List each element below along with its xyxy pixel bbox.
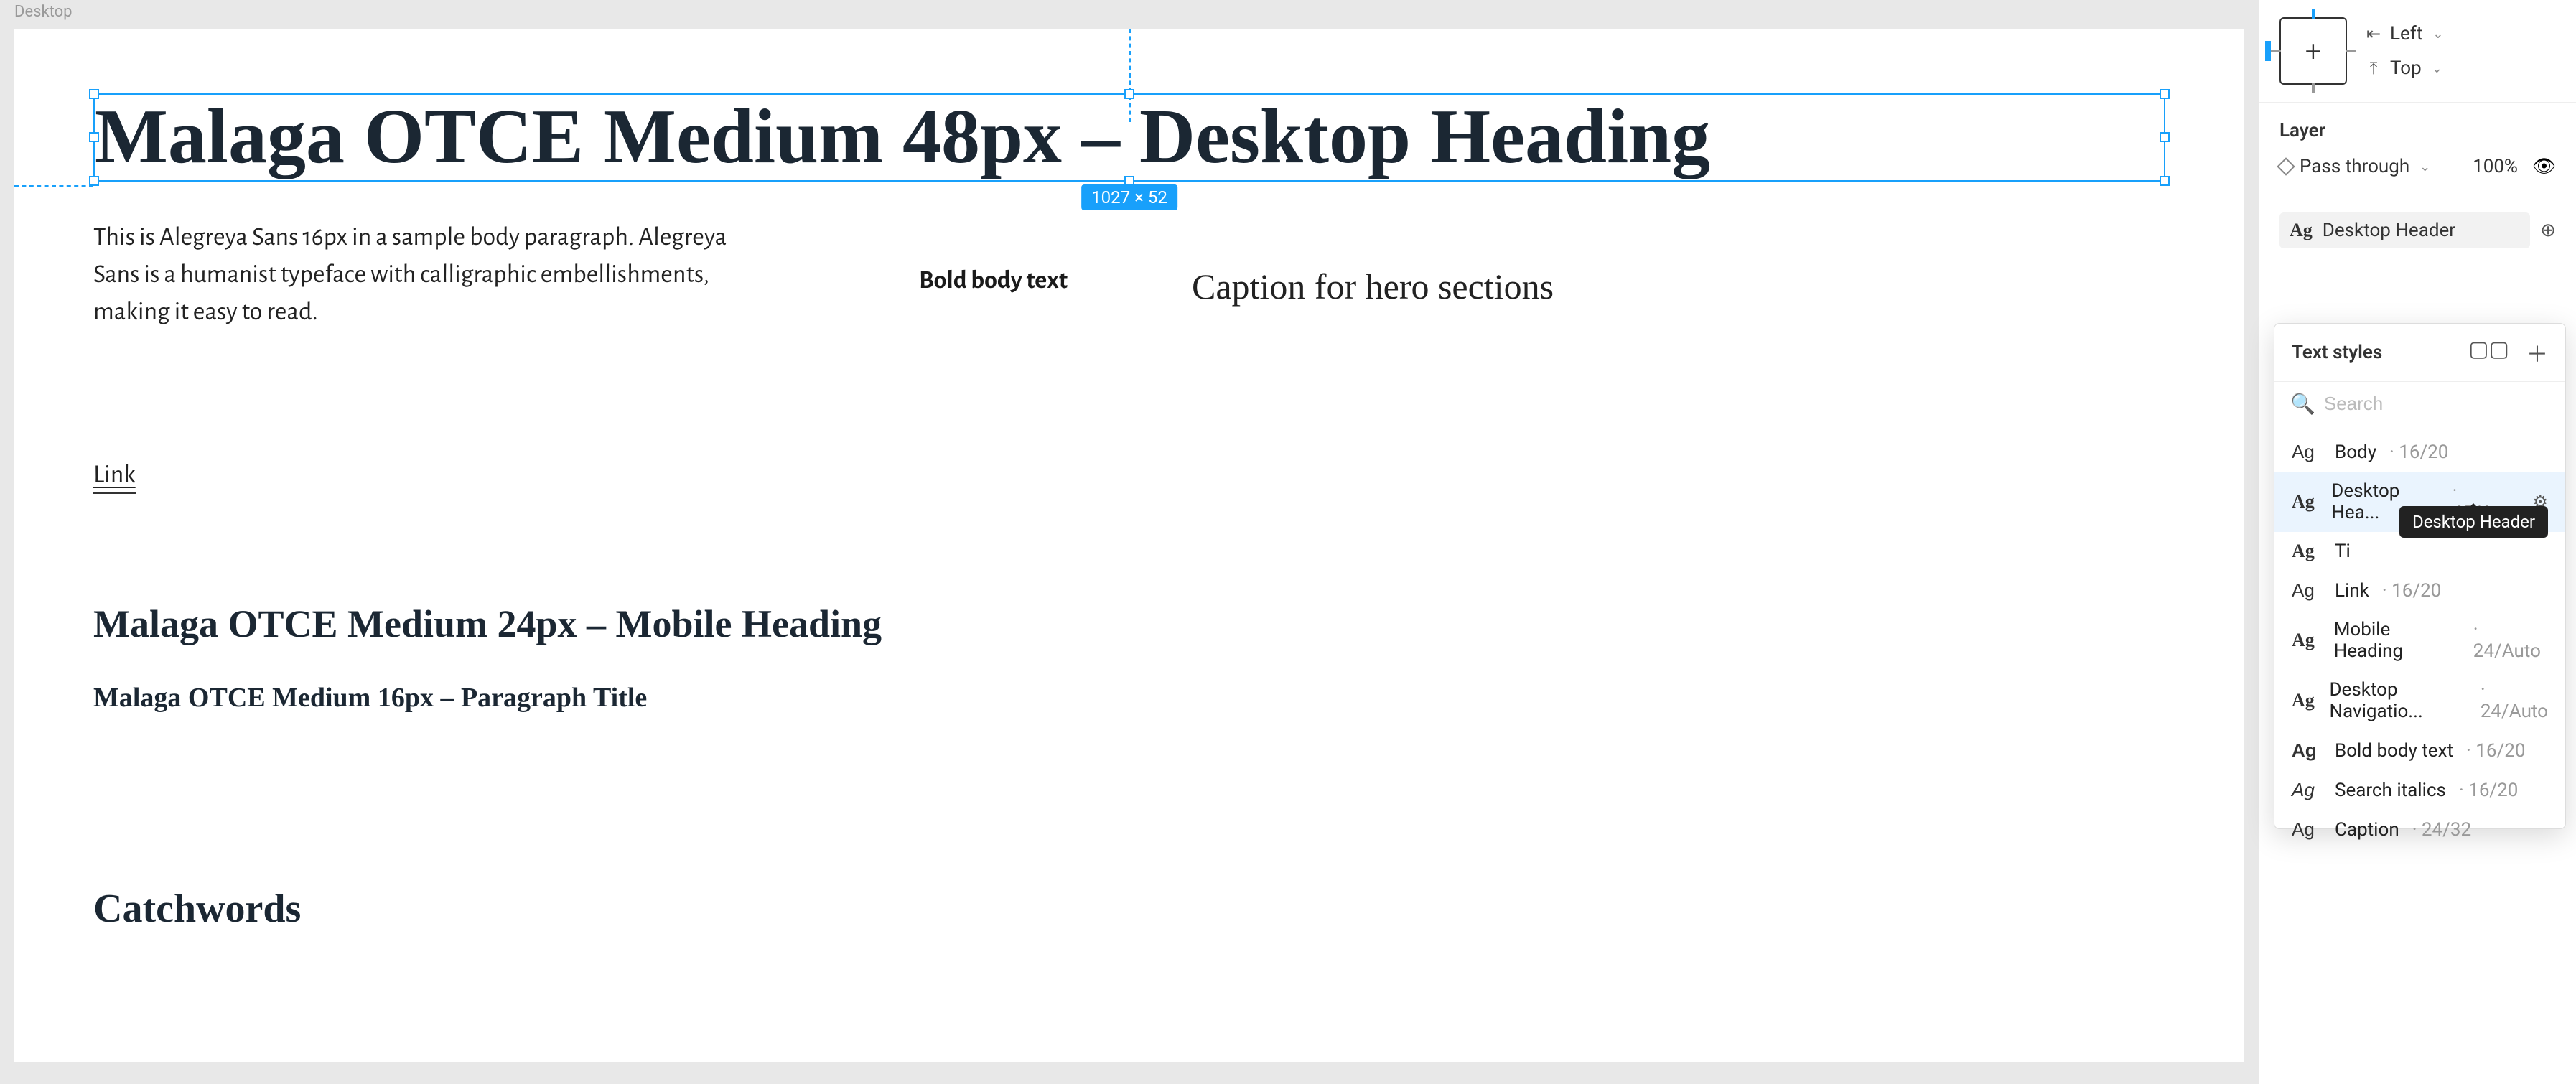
- align-left-icon: ⇤: [2364, 24, 2383, 44]
- text-styles-popover: Text styles ▢▢ ＋ 🔍 AgBody · 16/20AgDeskt…: [2274, 323, 2566, 829]
- text-style-item[interactable]: Ag Bold body text · 16/20: [2274, 731, 2565, 770]
- text-style-item[interactable]: Ag Body · 16/20: [2274, 432, 2565, 472]
- link-text[interactable]: Link: [93, 460, 136, 494]
- chevron-down-icon: ⌄: [2419, 159, 2430, 174]
- text-style-ag-icon: Ag: [2292, 441, 2323, 463]
- selection-handle[interactable]: [89, 176, 99, 186]
- text-style-section: Ag Desktop Header ⊕: [2259, 195, 2576, 266]
- chevron-down-icon: ⌄: [2432, 27, 2443, 42]
- text-style-item[interactable]: Ag Caption · 24/32: [2274, 810, 2565, 849]
- vertical-align-value: Top: [2390, 57, 2422, 79]
- align-tick-top: [2312, 9, 2315, 19]
- alignment-widget[interactable]: +: [2279, 17, 2347, 85]
- horizontal-align-dropdown[interactable]: ⇤ Left ⌄: [2364, 23, 2443, 45]
- selection-handle[interactable]: [2160, 89, 2170, 99]
- text-style-ag-icon: Ag: [2292, 491, 2320, 513]
- text-style-ag-icon: Ag: [2292, 541, 2323, 562]
- text-style-ag-icon: Ag: [2292, 579, 2323, 602]
- search-icon: 🔍: [2290, 392, 2315, 416]
- popover-title: Text styles: [2292, 342, 2382, 363]
- horizontal-align-value: Left: [2390, 23, 2422, 45]
- text-style-name: Bold body text: [2335, 740, 2453, 762]
- blend-mode-value: Pass through: [2300, 156, 2409, 177]
- text-style-ag-icon: Ag: [2292, 818, 2323, 841]
- text-style-meta: · 24/32: [2412, 819, 2471, 841]
- text-style-name: Ti: [2335, 541, 2351, 562]
- text-style-name: Search italics: [2335, 780, 2446, 801]
- add-style-icon[interactable]: ＋: [2526, 337, 2548, 368]
- style-tooltip: Desktop Header: [2399, 506, 2548, 538]
- layer-section: Layer Pass through ⌄ 100% 👁: [2259, 103, 2576, 195]
- text-style-ag-icon: Ag: [2292, 739, 2323, 762]
- style-search-row: 🔍: [2274, 382, 2565, 426]
- mobile-heading-text[interactable]: Malaga OTCE Medium 24px – Mobile Heading: [93, 602, 2165, 646]
- alignment-guide-horizontal: [14, 185, 93, 187]
- selection-handle[interactable]: [1124, 89, 1134, 99]
- style-search-input[interactable]: [2324, 393, 2565, 415]
- text-style-meta: · 24/Auto: [2473, 619, 2548, 662]
- align-tick-left: [2271, 50, 2281, 52]
- selection-handle[interactable]: [89, 132, 99, 142]
- align-top-icon: ⤒: [2364, 58, 2383, 78]
- desktop-heading-text[interactable]: Malaga OTCE Medium 48px – Desktop Headin…: [95, 95, 2164, 180]
- align-tick-bottom: [2312, 83, 2315, 93]
- canvas-area[interactable]: Desktop Malaga OTCE Medium 48px – Deskto…: [0, 0, 2259, 1084]
- selection-dimensions-badge: 1027 × 52: [1081, 184, 1177, 210]
- selection-handle[interactable]: [2160, 176, 2170, 186]
- align-tick-left-active: [2265, 41, 2271, 61]
- vertical-align-dropdown[interactable]: ⤒ Top ⌄: [2364, 57, 2443, 79]
- catchwords-heading[interactable]: Catchwords: [93, 886, 2165, 932]
- text-style-ag-icon: Ag: [2292, 690, 2318, 711]
- caption-text[interactable]: Caption for hero sections: [1192, 266, 1554, 307]
- blend-mode-dropdown[interactable]: Pass through ⌄: [2279, 156, 2430, 177]
- chevron-down-icon: ⌄: [2432, 61, 2442, 76]
- text-style-name: Mobile Heading: [2334, 619, 2460, 662]
- opacity-value[interactable]: 100%: [2473, 156, 2518, 177]
- current-text-style-chip[interactable]: Ag Desktop Header: [2279, 212, 2530, 248]
- text-style-item[interactable]: Ag Ti: [2274, 532, 2565, 571]
- text-style-item[interactable]: Ag Link · 16/20: [2274, 571, 2565, 610]
- artboard[interactable]: Malaga OTCE Medium 48px – Desktop Headin…: [14, 29, 2244, 1062]
- text-style-item[interactable]: Ag Mobile Heading · 24/Auto: [2274, 610, 2565, 671]
- text-style-meta: · 16/20: [2382, 580, 2441, 602]
- plus-icon: +: [2305, 34, 2322, 68]
- text-style-name: Caption: [2335, 819, 2399, 841]
- text-style-name: Desktop Navigatio...: [2329, 679, 2467, 722]
- frame-label[interactable]: Desktop: [14, 3, 73, 21]
- align-tick-right: [2346, 50, 2356, 52]
- style-settings-icon[interactable]: ⊕: [2540, 220, 2556, 241]
- text-style-item[interactable]: Ag Search italics · 16/20: [2274, 770, 2565, 810]
- text-style-ag-icon: Ag: [2292, 630, 2323, 651]
- library-icon[interactable]: ▢▢: [2468, 337, 2509, 368]
- text-style-ag-icon: Ag: [2292, 779, 2323, 801]
- text-style-meta: · 16/20: [2466, 740, 2525, 762]
- text-style-meta: · 16/20: [2389, 441, 2448, 463]
- text-style-meta: · 16/20: [2459, 780, 2518, 801]
- blend-mode-icon: [2277, 157, 2295, 175]
- alignment-section: + ⇤ Left ⌄ ⤒ Top ⌄: [2259, 0, 2576, 103]
- selection-handle[interactable]: [2160, 132, 2170, 142]
- text-style-meta: · 24/Auto: [2481, 679, 2548, 722]
- text-style-item[interactable]: AgDesktop Hea... · 48/Auto⚙Desktop Heade…: [2274, 472, 2565, 532]
- text-style-item[interactable]: Ag Desktop Navigatio... · 24/Auto: [2274, 671, 2565, 731]
- layer-section-title: Layer: [2279, 120, 2556, 141]
- selected-text-layer[interactable]: Malaga OTCE Medium 48px – Desktop Headin…: [93, 93, 2165, 182]
- body-paragraph-text[interactable]: This is Alegreya Sans 16px in a sample b…: [93, 219, 775, 332]
- text-style-list: Ag Body · 16/20 AgDesktop Hea... · 48/Auto…: [2274, 426, 2565, 828]
- visibility-toggle-icon[interactable]: 👁: [2532, 156, 2556, 177]
- bold-body-text[interactable]: Bold body text: [919, 266, 1068, 296]
- text-style-ag-icon: Ag: [2290, 220, 2313, 241]
- current-text-style-name: Desktop Header: [2323, 220, 2455, 241]
- properties-panel: + ⇤ Left ⌄ ⤒ Top ⌄ Layer Pass through: [2259, 0, 2576, 1084]
- paragraph-title-text[interactable]: Malaga OTCE Medium 16px – Paragraph Titl…: [93, 682, 2165, 714]
- text-style-name: Link: [2335, 580, 2369, 602]
- text-style-name: Body: [2335, 441, 2376, 463]
- selection-handle[interactable]: [89, 89, 99, 99]
